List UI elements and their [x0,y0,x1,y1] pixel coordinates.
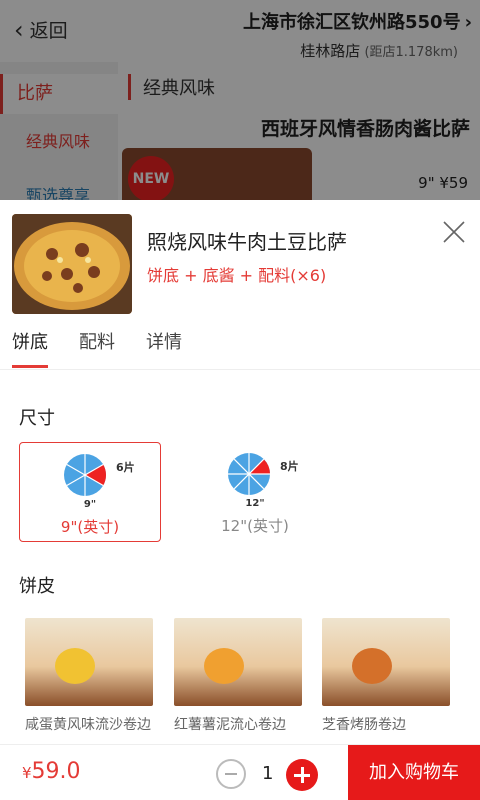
size-option-9[interactable]: 6片 9" 9"(英寸) [19,442,161,542]
crust-image [322,618,450,706]
crust-image [25,618,153,706]
slice-count: 6片 [116,461,135,474]
total-price: ¥59.0 [22,759,81,784]
tab-details[interactable]: 详情 [146,330,182,370]
crust-option-sweet-potato[interactable]: 红薯薯泥流心卷边 [174,618,302,734]
crust-section-label: 饼皮 [19,576,55,597]
close-button[interactable] [442,220,466,244]
crust-option-salted-egg[interactable]: 咸蛋黄风味流沙卷边 [25,618,153,734]
slice-count: 8片 [280,460,299,473]
tab-toppings[interactable]: 配料 [79,330,115,370]
crust-name: 红薯薯泥流心卷边 [174,717,286,733]
size-section-label: 尺寸 [19,408,55,429]
crust-name: 芝香烤肠卷边 [322,717,406,733]
option-tabs: 饼底 配料 详情 [0,330,480,370]
size-option-12[interactable]: 8片 12" 12"(英寸) [184,442,326,542]
crust-name: 咸蛋黄风味流沙卷边 [25,717,151,733]
size-caption: 12"(英寸) [221,517,289,535]
crust-image [174,618,302,706]
close-icon [443,221,465,243]
inch-label: 12" [245,498,265,509]
tab-crust[interactable]: 饼底 [12,330,48,370]
dish-summary: 饼底 + 底酱 + 配料(×6) [147,266,327,285]
pie-6-slices-icon [64,454,107,496]
pizza-thumbnail [12,214,132,314]
price-value: 59.0 [31,759,81,784]
background-page: ‹ 返回 上海市徐汇区钦州路550号 › 桂林路店 (距店1.178km) 比萨 … [0,0,480,210]
add-to-cart-button[interactable]: 加入购物车 [348,745,480,800]
checkout-bar: ¥59.0 1 加入购物车 [0,744,480,800]
crust-option-sausage[interactable]: 芝香烤肠卷边 [322,618,450,734]
decrease-quantity-button[interactable] [216,759,246,789]
increase-quantity-button[interactable] [286,759,318,791]
inch-label: 9" [83,499,97,510]
dim-overlay[interactable] [0,0,480,210]
currency-symbol: ¥ [22,764,32,782]
quantity-value: 1 [262,763,274,784]
dish-title: 照烧风味牛肉土豆比萨 [147,230,347,254]
size-caption: 9"(英寸) [60,518,120,536]
pie-8-slices-icon [228,453,270,495]
